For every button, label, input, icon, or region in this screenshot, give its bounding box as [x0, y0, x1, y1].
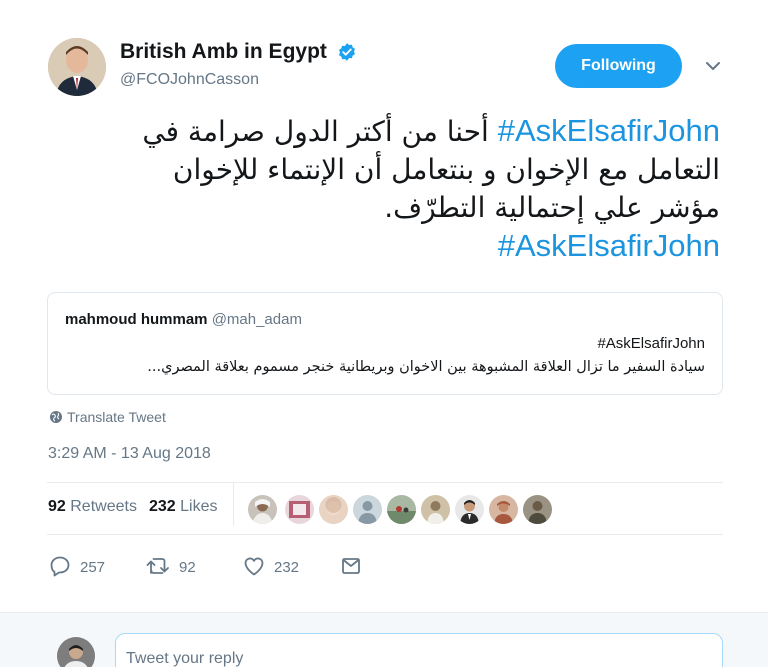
liker-avatar-4[interactable]: [353, 495, 382, 524]
liker-avatar-6[interactable]: [421, 495, 450, 524]
reply-count: 257: [80, 558, 106, 576]
translate-tweet-label: Translate Tweet: [67, 409, 166, 425]
like-count: 232: [274, 558, 300, 576]
liker-avatar-5[interactable]: [387, 495, 416, 524]
retweets-count: 92: [48, 498, 66, 515]
divider-top: [47, 482, 723, 483]
likes-count: 232: [148, 498, 176, 515]
tweet-text: #AskElsafirJohn أحنا من أكتر الدول صرامة…: [70, 112, 720, 266]
tweet-stats: 92 Retweets 232 Likes: [48, 498, 217, 516]
author-display-name[interactable]: British Amb in Egypt: [120, 40, 327, 64]
liker-avatar-7[interactable]: [455, 495, 484, 524]
liker-avatar-9[interactable]: [523, 495, 552, 524]
tweet-hashtag-link[interactable]: #AskElsafirJohn: [498, 113, 720, 148]
chevron-down-icon[interactable]: [703, 58, 723, 74]
current-user-avatar[interactable]: [57, 637, 95, 667]
author-avatar[interactable]: [48, 38, 106, 96]
tweet-text-line-3: مؤشر علي إحتمالية التطرّف.: [384, 191, 720, 224]
tweet-timestamp[interactable]: 3:29 AM - 13 Aug 2018: [48, 445, 211, 463]
tweet-line-4: #AskElsafirJohn: [70, 227, 720, 266]
liker-avatar-3[interactable]: [319, 495, 348, 524]
quoted-author-handle: @mah_adam: [211, 311, 302, 328]
likes-stat[interactable]: 232 Likes: [149, 498, 218, 515]
globe-icon: [50, 411, 62, 423]
tweet-card: British Amb in Egypt @FCOJohnCasson Foll…: [0, 0, 768, 612]
author-handle[interactable]: @FCOJohnCasson: [120, 71, 357, 89]
liker-avatar-8[interactable]: [489, 495, 518, 524]
quoted-tweet-text: سيادة السفير ما تزال العلاقة المشبوهة بي…: [147, 359, 705, 375]
author-names: British Amb in Egypt @FCOJohnCasson: [120, 40, 357, 89]
envelope-icon: [342, 558, 360, 574]
quoted-tweet[interactable]: mahmoud hummam @mah_adam #AskElsafirJohn…: [47, 292, 723, 395]
retweet-button[interactable]: 92: [145, 554, 196, 578]
likes-label: Likes: [180, 498, 218, 515]
reply-icon: [50, 556, 70, 577]
retweets-stat[interactable]: 92 Retweets: [48, 498, 137, 515]
direct-message-button[interactable]: [339, 554, 363, 578]
reply-button[interactable]: 257: [48, 554, 105, 578]
following-button[interactable]: Following: [555, 44, 682, 88]
heart-icon: [244, 557, 264, 576]
quoted-tweet-hashtag: #AskElsafirJohn: [597, 335, 705, 352]
tweet-hashtag-end-link[interactable]: #AskElsafirJohn: [498, 228, 720, 263]
tweet-text-line-2: التعامل مع الإخوان و بنتعامل أن الإنتماء…: [172, 153, 720, 186]
liker-avatar-1[interactable]: [248, 495, 277, 524]
retweet-icon: [146, 558, 169, 574]
quoted-tweet-header: mahmoud hummam @mah_adam: [65, 311, 302, 328]
tweet-line-1: #AskElsafirJohn أحنا من أكتر الدول صرامة…: [70, 112, 720, 151]
like-button[interactable]: 232: [242, 554, 299, 578]
divider-bottom: [47, 534, 723, 535]
verified-icon: [339, 43, 356, 61]
translate-tweet-link[interactable]: Translate Tweet: [49, 409, 166, 425]
reply-bar: [0, 612, 768, 667]
retweets-label: Retweets: [70, 498, 137, 515]
tweet-text-line-1: أحنا من أكتر الدول صرامة في: [142, 115, 489, 148]
stats-separator: [233, 482, 234, 526]
reply-input[interactable]: [115, 633, 723, 667]
liker-avatar-2[interactable]: [285, 495, 314, 524]
quoted-author-name: mahmoud hummam: [65, 311, 208, 328]
retweet-count: 92: [179, 558, 196, 576]
